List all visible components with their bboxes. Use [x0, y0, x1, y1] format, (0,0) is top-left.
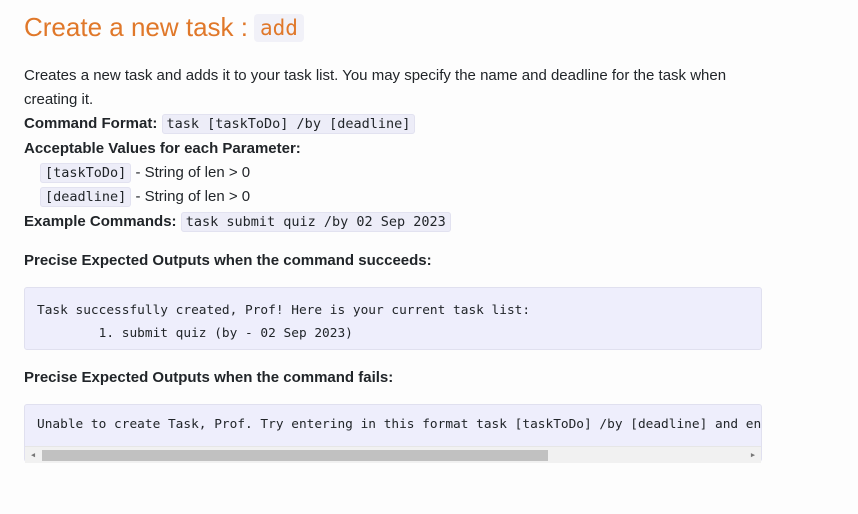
horizontal-scrollbar[interactable]: ◀ ▶: [25, 446, 761, 463]
command-format-label: Command Format:: [24, 115, 158, 132]
success-heading: Precise Expected Outputs when the comman…: [24, 252, 432, 269]
page-title-command: add: [254, 13, 304, 42]
param-item: [deadline] - String of len > 0: [40, 186, 250, 208]
failure-output-block: Unable to create Task, Prof. Try enterin…: [24, 404, 762, 463]
scroll-right-icon[interactable]: ▶: [745, 447, 761, 463]
success-output-line: Task successfully created, Prof! Here is…: [37, 303, 531, 318]
scrollbar-thumb[interactable]: [42, 450, 548, 461]
param-name: [deadline]: [40, 187, 132, 207]
param-name: [taskToDo]: [40, 163, 132, 183]
param-desc: - String of len > 0: [131, 188, 251, 205]
page-title-text: Create a new task :: [24, 12, 248, 42]
example-row: Example Commands: task submit quiz /by 0…: [24, 211, 451, 233]
success-output-line: 1. submit quiz (by - 02 Sep 2023): [37, 326, 353, 341]
param-desc: - String of len > 0: [131, 164, 251, 181]
failure-output-line: Unable to create Task, Prof. Try enterin…: [37, 417, 761, 432]
example-label: Example Commands:: [24, 213, 177, 230]
param-item: [taskToDo] - String of len > 0: [40, 162, 250, 184]
failure-heading: Precise Expected Outputs when the comman…: [24, 369, 394, 386]
page-title: Create a new task : add: [24, 12, 304, 43]
success-output-block: Task successfully created, Prof! Here is…: [24, 287, 762, 350]
description: Creates a new task and adds it to your t…: [24, 67, 727, 108]
params-label: Acceptable Values for each Parameter:: [24, 140, 301, 157]
example-code: task submit quiz /by 02 Sep 2023: [180, 212, 451, 232]
scroll-left-icon[interactable]: ◀: [25, 447, 41, 463]
command-format-code: task [taskToDo] /by [deadline]: [161, 114, 416, 134]
command-format-row: Command Format: task [taskToDo] /by [dea…: [24, 113, 416, 135]
